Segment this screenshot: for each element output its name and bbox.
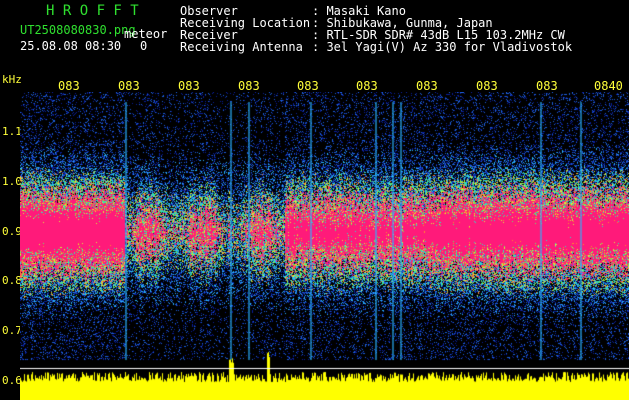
- freq-unit-label: kHz: [2, 73, 22, 86]
- freq-label: 1.1: [2, 125, 22, 138]
- time-tick: 083: [297, 79, 319, 93]
- info-value-antenna: : 3el Yagi(V) Az 330 for Vladivostok: [312, 40, 573, 54]
- time-tick: 083: [118, 79, 140, 93]
- time-tick: 083: [356, 79, 378, 93]
- filename: UT2508080830.png: [20, 23, 136, 37]
- freq-label: 0.9: [2, 225, 22, 238]
- time-tick: 083: [238, 79, 260, 93]
- info-label-antenna: Receiving Antenna: [180, 40, 303, 54]
- time-tick: 083: [536, 79, 558, 93]
- freq-label: 0.6: [2, 374, 22, 387]
- datetime: 25.08.08 08:30: [20, 39, 122, 53]
- freq-label: 0.7: [2, 324, 22, 337]
- spectrogram-canvas: [20, 92, 629, 400]
- time-tick: 083: [178, 79, 200, 93]
- freq-label: 1.0: [2, 175, 22, 188]
- app-title: H R O F F T: [46, 3, 139, 19]
- hrofft-screen: H R O F F T UT2508080830.png meteor 25.0…: [0, 0, 629, 400]
- time-tick: 083: [416, 79, 438, 93]
- meteor-count: 0: [140, 39, 148, 53]
- time-tick: 083: [58, 79, 80, 93]
- time-tick: 0840: [594, 79, 623, 93]
- freq-label: 0.8: [2, 274, 22, 287]
- time-tick: 083: [476, 79, 498, 93]
